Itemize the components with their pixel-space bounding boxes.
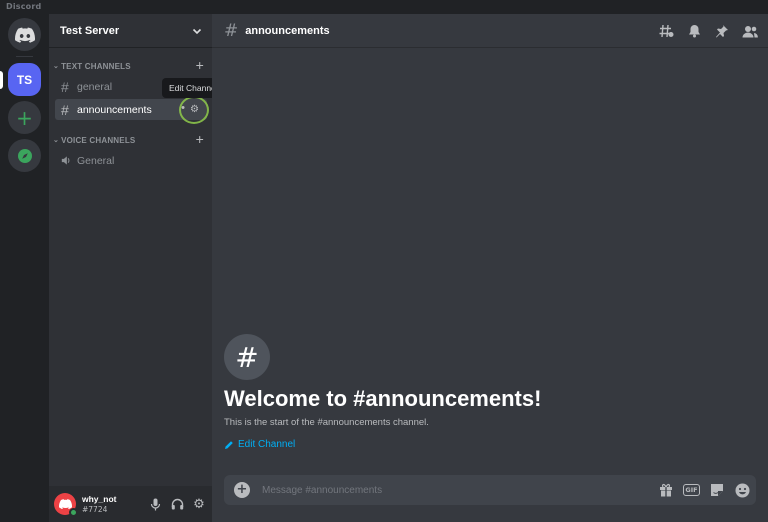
create-channel-plus-icon[interactable]: + — [196, 131, 204, 147]
discord-logo-icon — [58, 499, 72, 509]
microphone-icon — [150, 498, 160, 510]
threads-icon[interactable] — [658, 23, 674, 39]
explore-servers-button[interactable] — [8, 139, 41, 172]
title-bar: Discord — [0, 0, 768, 14]
category-text-channels[interactable]: ⌄ TEXT CHANNELS + — [53, 57, 208, 73]
channel-hash-icon: # — [224, 334, 270, 380]
gear-icon: ⚙ — [193, 496, 205, 512]
pin-icon[interactable] — [714, 23, 730, 39]
caret-down-icon: ⌄ — [53, 137, 60, 144]
online-status-dot — [69, 508, 78, 517]
mute-button[interactable] — [144, 493, 166, 515]
channel-header: # announcements — [212, 14, 768, 48]
server-icon-test-server[interactable]: TS — [8, 63, 41, 96]
server-header[interactable]: Test Server — [49, 14, 212, 48]
avatar[interactable] — [54, 493, 78, 517]
channel-title: announcements — [245, 24, 330, 37]
gift-icon[interactable] — [658, 482, 674, 498]
gear-highlight-circle — [179, 96, 209, 124]
speaker-icon — [61, 156, 70, 165]
category-label: VOICE CHANNELS — [61, 135, 136, 145]
channel-label: announcements — [77, 103, 152, 116]
deafen-button[interactable] — [166, 493, 188, 515]
compass-icon — [17, 148, 32, 163]
welcome-subtitle: This is the start of the #announcements … — [224, 417, 429, 428]
active-server-indicator — [0, 71, 3, 89]
plus-icon: + — [16, 105, 33, 130]
username: why_not — [82, 493, 117, 504]
app-title: Discord — [6, 2, 42, 11]
user-info[interactable]: why_not #7724 — [82, 494, 144, 515]
message-composer: + Message #announcements GIF — [224, 475, 756, 505]
edit-channel-link[interactable]: Edit Channel — [224, 439, 541, 450]
pencil-icon — [225, 440, 233, 449]
channel-label: General — [77, 154, 115, 167]
hash-icon: # — [61, 101, 69, 118]
server-abbr: TS — [16, 72, 33, 87]
composer-toolbar: GIF — [658, 482, 750, 498]
category-label: TEXT CHANNELS — [61, 61, 131, 71]
discord-app: Discord TS + Test Server ⌄ TEXT CHANNELS… — [0, 0, 768, 522]
hash-icon: # — [61, 78, 69, 95]
server-rail: TS + — [0, 14, 49, 522]
header-toolbar — [658, 23, 758, 39]
category-voice-channels[interactable]: ⌄ VOICE CHANNELS + — [53, 131, 208, 147]
user-settings-button[interactable]: ⚙ — [188, 493, 210, 515]
server-name: Test Server — [60, 24, 120, 37]
headphones-icon — [171, 498, 183, 510]
caret-down-icon: ⌄ — [53, 63, 60, 70]
edit-channel-label: Edit Channel — [238, 439, 296, 450]
rail-separator — [16, 56, 33, 57]
message-input[interactable]: Message #announcements — [262, 485, 382, 496]
bell-icon[interactable] — [686, 23, 702, 39]
create-channel-plus-icon[interactable]: + — [196, 57, 204, 73]
add-server-button[interactable]: + — [8, 101, 41, 134]
hash-icon: # — [224, 20, 239, 41]
user-panel: why_not #7724 ⚙ — [49, 486, 212, 522]
welcome-title: Welcome to #announcements! — [224, 386, 542, 411]
upload-plus-icon[interactable]: + — [234, 482, 250, 498]
welcome-section: # Welcome to #announcements! This is the… — [224, 334, 541, 450]
emoji-icon[interactable] — [734, 482, 750, 498]
home-button[interactable] — [8, 18, 41, 51]
discord-logo-icon — [14, 27, 35, 43]
user-tag: #7724 — [82, 504, 108, 514]
sticker-icon[interactable] — [709, 482, 725, 498]
members-icon[interactable] — [742, 23, 758, 39]
chevron-down-icon — [192, 28, 202, 34]
channel-label: general — [77, 80, 113, 93]
voice-channel-general[interactable]: General — [55, 150, 207, 171]
main-chat: # announcements # Welcome to #announceme… — [212, 14, 768, 522]
gif-icon[interactable]: GIF — [683, 484, 700, 496]
